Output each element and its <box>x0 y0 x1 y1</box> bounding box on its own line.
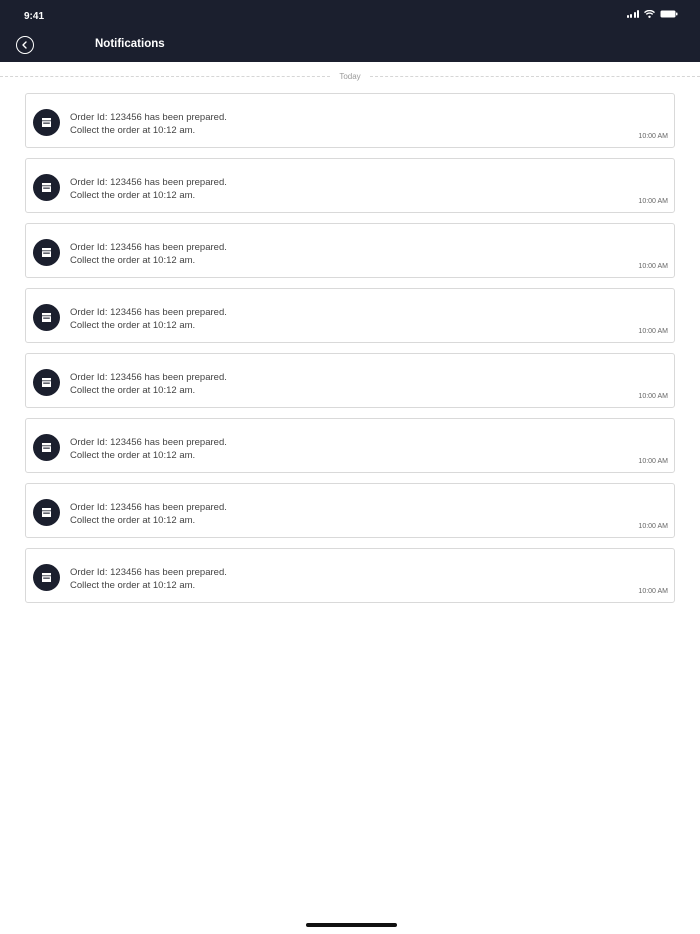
page-title: Notifications <box>95 38 165 50</box>
divider-line-right <box>370 76 700 77</box>
notification-text: Order Id: 123456 has been prepared. Coll… <box>70 111 227 137</box>
notification-card[interactable]: Order Id: 123456 has been prepared. Coll… <box>25 483 675 538</box>
notification-text: Order Id: 123456 has been prepared. Coll… <box>70 501 227 527</box>
notification-line-2: Collect the order at 10:12 am. <box>70 450 196 461</box>
home-indicator[interactable] <box>306 923 397 927</box>
day-divider: Today <box>0 70 700 84</box>
store-icon <box>33 369 60 396</box>
notification-line-1: Order Id: 123456 has been prepared. <box>70 372 227 383</box>
store-icon <box>33 109 60 136</box>
notification-card[interactable]: Order Id: 123456 has been prepared. Coll… <box>25 223 675 278</box>
notification-line-2: Collect the order at 10:12 am. <box>70 385 196 396</box>
notification-text: Order Id: 123456 has been prepared. Coll… <box>70 176 227 202</box>
store-icon <box>33 239 60 266</box>
notification-line-1: Order Id: 123456 has been prepared. <box>70 567 227 578</box>
app-screen: 9:41 Notifications Today Order Id: 12345… <box>0 0 700 934</box>
store-icon <box>33 499 60 526</box>
cellular-signal-icon <box>626 10 639 18</box>
notification-card[interactable]: Order Id: 123456 has been prepared. Coll… <box>25 158 675 213</box>
notification-time: 10:00 AM <box>638 393 668 400</box>
notification-card[interactable]: Order Id: 123456 has been prepared. Coll… <box>25 548 675 603</box>
notification-line-2: Collect the order at 10:12 am. <box>70 125 196 136</box>
status-icons <box>626 10 679 18</box>
notification-text: Order Id: 123456 has been prepared. Coll… <box>70 436 227 462</box>
back-arrow-icon <box>22 41 27 49</box>
store-icon <box>33 564 60 591</box>
notification-time: 10:00 AM <box>638 198 668 205</box>
notification-card[interactable]: Order Id: 123456 has been prepared. Coll… <box>25 93 675 148</box>
notification-text: Order Id: 123456 has been prepared. Coll… <box>70 241 227 267</box>
notification-line-1: Order Id: 123456 has been prepared. <box>70 437 227 448</box>
back-button[interactable] <box>16 36 34 54</box>
notification-line-2: Collect the order at 10:12 am. <box>70 320 196 331</box>
battery-icon <box>660 10 678 18</box>
store-icon <box>33 304 60 331</box>
notification-line-1: Order Id: 123456 has been prepared. <box>70 112 227 123</box>
notification-text: Order Id: 123456 has been prepared. Coll… <box>70 306 227 332</box>
notification-text: Order Id: 123456 has been prepared. Coll… <box>70 371 227 397</box>
notification-time: 10:00 AM <box>638 263 668 270</box>
notification-line-2: Collect the order at 10:12 am. <box>70 190 196 201</box>
store-icon <box>33 434 60 461</box>
notification-line-1: Order Id: 123456 has been prepared. <box>70 177 227 188</box>
wifi-icon <box>644 10 655 18</box>
notification-time: 10:00 AM <box>638 588 668 595</box>
notification-line-1: Order Id: 123456 has been prepared. <box>70 307 227 318</box>
notification-time: 10:00 AM <box>638 458 668 465</box>
header-bar: 9:41 Notifications <box>0 0 700 62</box>
notification-list: Order Id: 123456 has been prepared. Coll… <box>25 93 675 613</box>
notification-text: Order Id: 123456 has been prepared. Coll… <box>70 566 227 592</box>
notification-line-2: Collect the order at 10:12 am. <box>70 255 196 266</box>
notification-card[interactable]: Order Id: 123456 has been prepared. Coll… <box>25 353 675 408</box>
status-time: 9:41 <box>24 11 45 22</box>
notification-card[interactable]: Order Id: 123456 has been prepared. Coll… <box>25 288 675 343</box>
notification-time: 10:00 AM <box>638 328 668 335</box>
notification-card[interactable]: Order Id: 123456 has been prepared. Coll… <box>25 418 675 473</box>
store-icon <box>33 174 60 201</box>
notification-time: 10:00 AM <box>638 523 668 530</box>
notification-line-2: Collect the order at 10:12 am. <box>70 580 196 591</box>
notification-line-1: Order Id: 123456 has been prepared. <box>70 502 227 513</box>
notification-time: 10:00 AM <box>638 133 668 140</box>
notification-line-1: Order Id: 123456 has been prepared. <box>70 242 227 253</box>
notification-line-2: Collect the order at 10:12 am. <box>70 515 196 526</box>
